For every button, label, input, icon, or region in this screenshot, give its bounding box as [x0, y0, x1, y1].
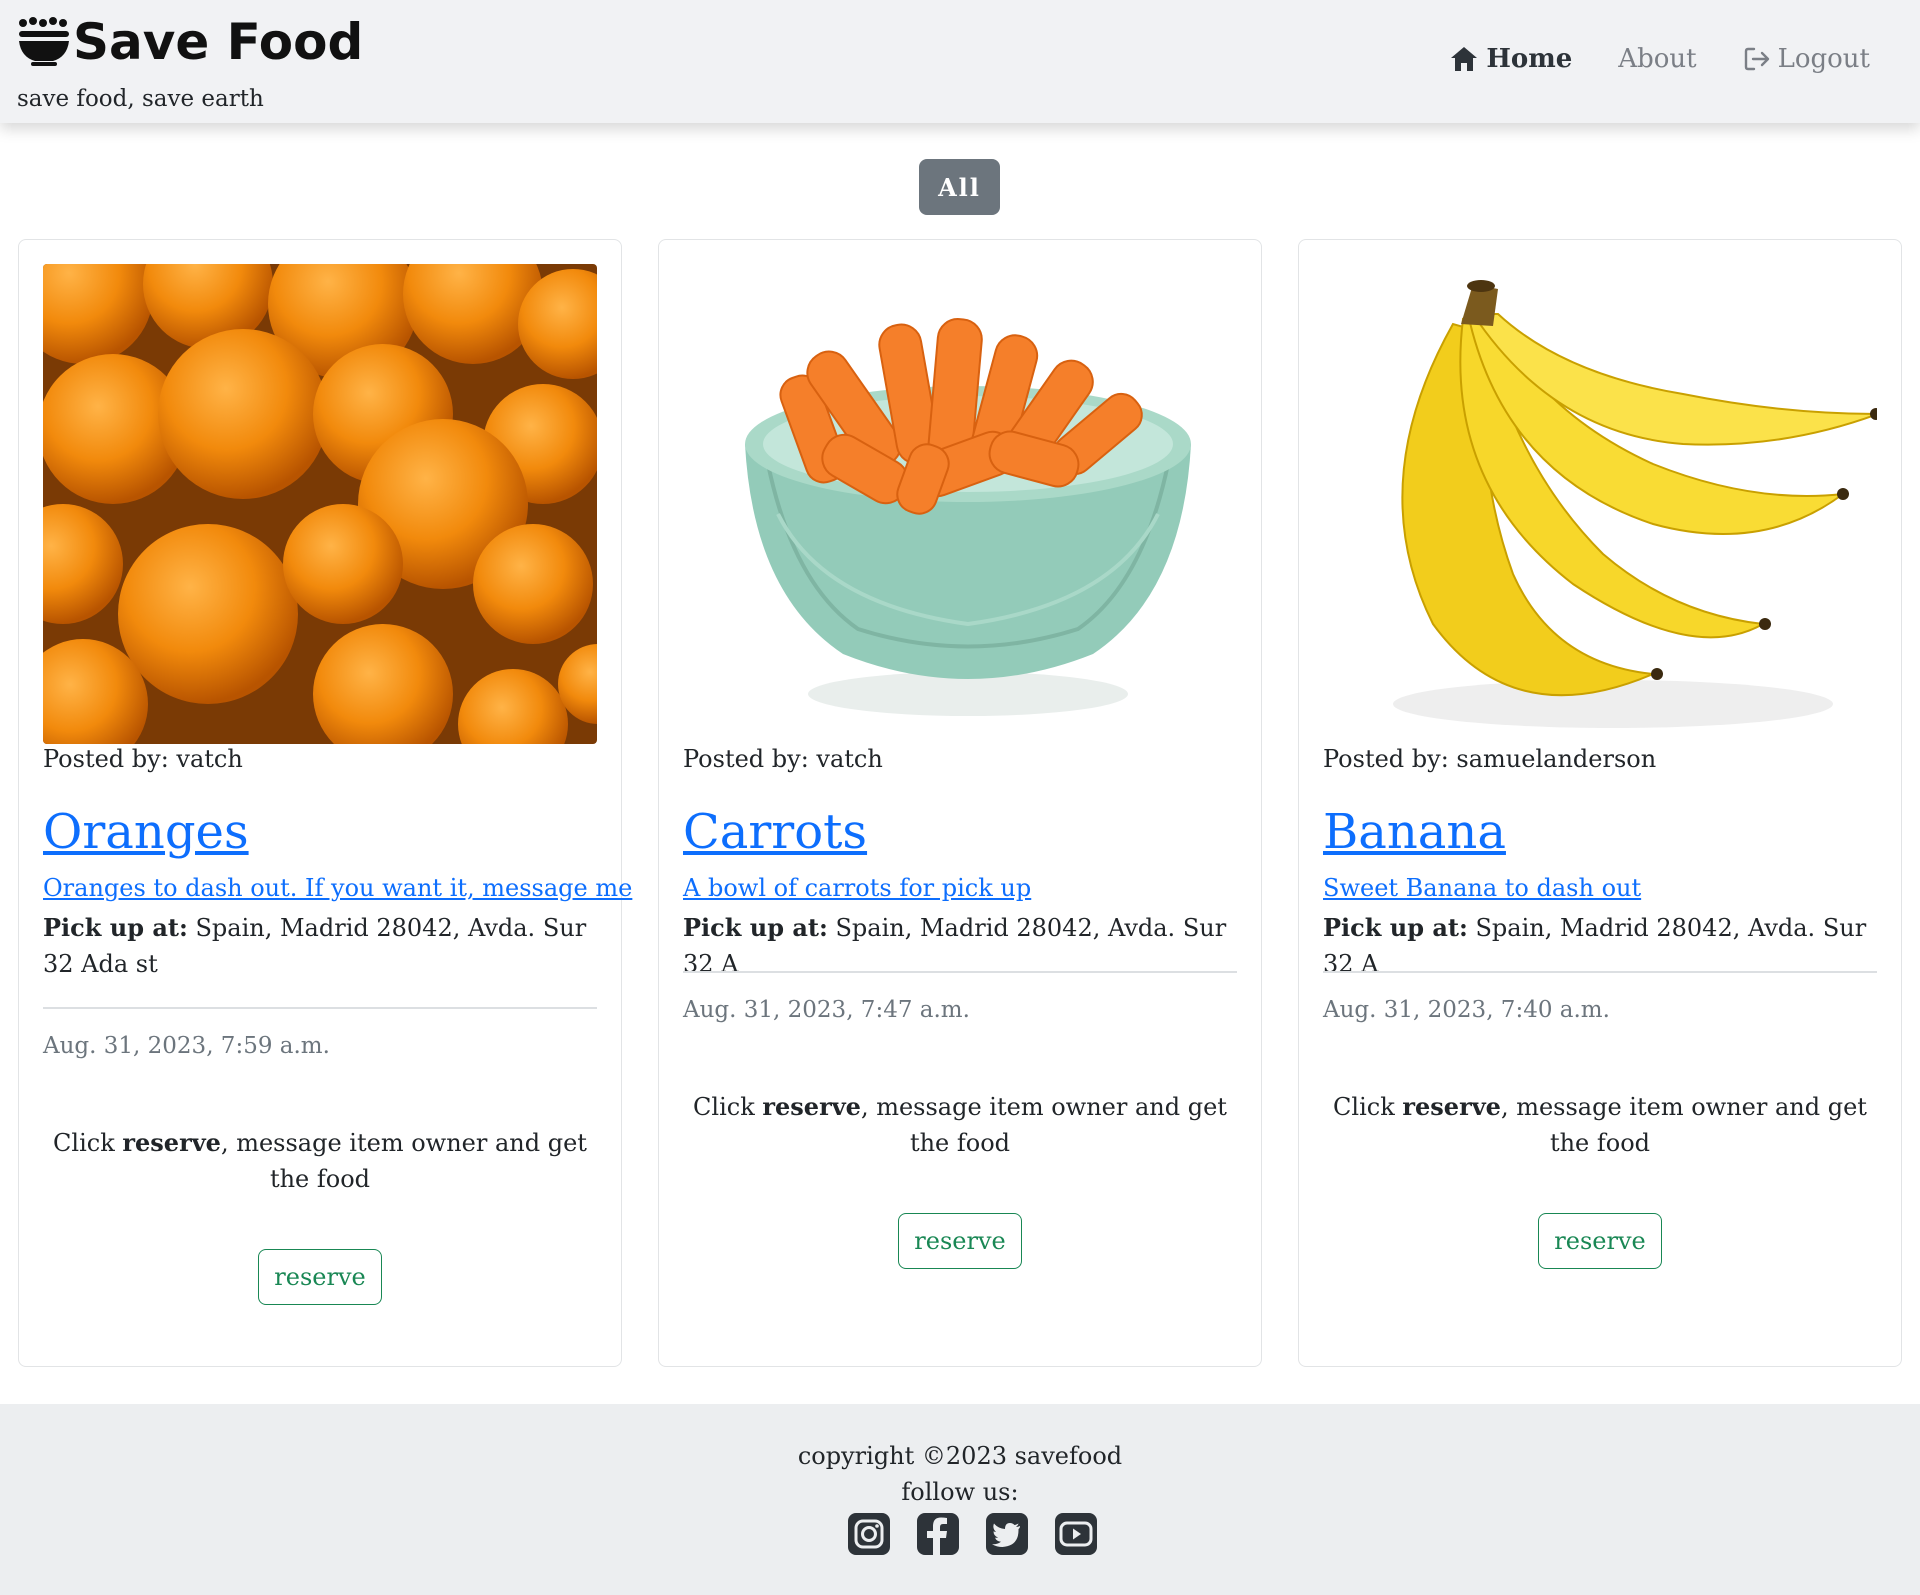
post-date: Aug. 31, 2023, 7:59 a.m. [43, 1033, 330, 1059]
item-description-link[interactable]: A bowl of carrots for pick up [683, 874, 1031, 902]
info-bold: reserve [762, 1092, 861, 1121]
brand[interactable]: Save Food [17, 14, 363, 70]
youtube-icon[interactable] [1054, 1512, 1098, 1556]
pickup-label: Pick up at: [683, 913, 828, 942]
logout-icon [1744, 47, 1769, 71]
twitter-icon[interactable] [985, 1512, 1029, 1556]
reserve-instructions: Click reserve, message item owner and ge… [683, 1089, 1237, 1161]
info-post: , message item owner and get the food [1500, 1093, 1867, 1157]
item-description-link[interactable]: Oranges to dash out. If you want it, mes… [43, 874, 632, 902]
info-pre: Click [53, 1129, 123, 1157]
food-card-oranges: Posted by: vatch Oranges Oranges to dash… [18, 239, 632, 1367]
brand-name: Save Food [73, 13, 364, 71]
nav-home-label: Home [1486, 44, 1573, 74]
item-title-link[interactable]: Banana [1323, 802, 1506, 862]
nav-about[interactable]: About [1618, 44, 1696, 74]
social-links [847, 1512, 1123, 1556]
pickup-label: Pick up at: [43, 913, 188, 942]
facebook-icon[interactable] [916, 1512, 960, 1556]
reserve-button[interactable]: reserve [898, 1213, 1022, 1269]
info-pre: Click [693, 1093, 763, 1121]
nav-home[interactable]: Home [1449, 44, 1572, 74]
item-title-link[interactable]: Carrots [683, 802, 867, 862]
divider [683, 971, 1237, 973]
reserve-button[interactable]: reserve [1538, 1213, 1662, 1269]
posted-by: Posted by: samuelanderson [1323, 745, 1657, 773]
item-title-link[interactable]: Oranges [43, 802, 249, 862]
nav-logout-label: Logout [1777, 44, 1870, 74]
home-icon [1451, 47, 1478, 71]
food-card-carrots: Posted by: vatch Carrots A bowl of carro… [658, 239, 1262, 1367]
post-date: Aug. 31, 2023, 7:47 a.m. [683, 997, 970, 1023]
follow-us-label: follow us: [901, 1478, 1019, 1506]
instagram-icon[interactable] [847, 1512, 891, 1556]
filter-all-button[interactable]: All [919, 159, 1000, 215]
post-date: Aug. 31, 2023, 7:40 a.m. [1323, 997, 1610, 1023]
pickup-address: Pick up at: Spain, Madrid 28042, Avda. S… [43, 910, 603, 982]
info-pre: Click [1333, 1093, 1403, 1121]
pickup-label: Pick up at: [1323, 913, 1468, 942]
info-bold: reserve [122, 1128, 221, 1157]
nav-about-label: About [1618, 44, 1697, 74]
nav-logout[interactable]: Logout [1743, 44, 1870, 74]
info-bold: reserve [1402, 1092, 1501, 1121]
copyright: copyright ©2023 savefood [797, 1442, 1123, 1470]
oranges-image [43, 264, 597, 744]
tagline: save food, save earth [17, 86, 264, 112]
nav-links: Home About Logout [1403, 44, 1870, 74]
reserve-instructions: Click reserve, message item owner and ge… [1323, 1089, 1877, 1161]
banana-image [1323, 264, 1877, 744]
posted-by: Posted by: vatch [43, 745, 243, 773]
footer: copyright ©2023 savefood follow us: [0, 1404, 1920, 1595]
item-description-link[interactable]: Sweet Banana to dash out [1323, 874, 1641, 902]
info-post: , message item owner and get the food [220, 1129, 587, 1193]
carrots-image [683, 264, 1237, 744]
posted-by: Posted by: vatch [683, 745, 883, 773]
info-post: , message item owner and get the food [860, 1093, 1227, 1157]
divider [43, 1007, 597, 1009]
food-card-banana: Posted by: samuelanderson Banana Sweet B… [1298, 239, 1902, 1367]
navbar: Save Food save food, save earth Home Abo… [0, 0, 1920, 123]
reserve-instructions: Click reserve, message item owner and ge… [43, 1125, 597, 1197]
food-bowl-icon [19, 17, 69, 66]
reserve-button[interactable]: reserve [258, 1249, 382, 1305]
divider [1323, 971, 1877, 973]
